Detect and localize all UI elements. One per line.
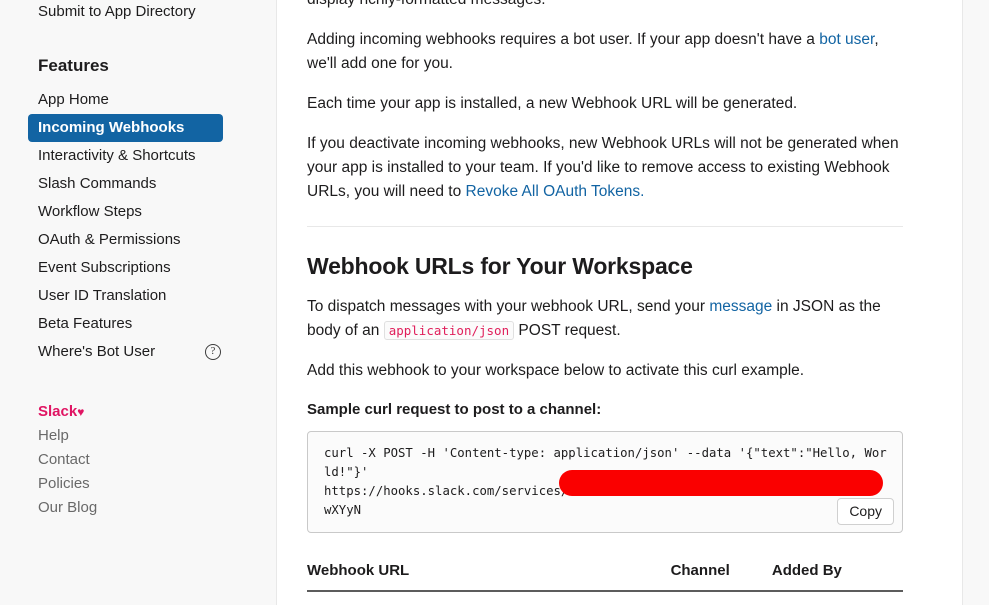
sidebar-item-label[interactable]: Incoming Webhooks xyxy=(38,114,223,142)
sidebar-item-label[interactable]: Slash Commands xyxy=(38,170,276,198)
copy-button[interactable]: Copy xyxy=(837,498,894,525)
section-divider xyxy=(307,226,903,227)
link-message[interactable]: message xyxy=(709,298,772,315)
sidebar-item-label[interactable]: Where's Bot User xyxy=(38,338,276,366)
webhook-urls-table: Webhook URL Channel Added By xyxy=(307,562,903,592)
inline-code-content-type: application/json xyxy=(383,321,515,340)
paragraph-deactivate: If you deactivate incoming webhooks, new… xyxy=(307,132,903,204)
table-header-channel: Channel xyxy=(670,562,772,592)
main-content: display richly-formatted messages. Addin… xyxy=(277,0,989,605)
sidebar-link-submit-to-app-directory[interactable]: Submit to App Directory xyxy=(38,0,276,26)
link-revoke-all-oauth-tokens[interactable]: Revoke All OAuth Tokens. xyxy=(466,183,645,200)
sidebar-item-interactivity-shortcuts[interactable]: Interactivity & Shortcuts xyxy=(38,142,276,170)
sidebar-item-label[interactable]: Interactivity & Shortcuts xyxy=(38,142,276,170)
footer-link-policies[interactable]: Policies xyxy=(38,472,276,496)
table-header-row: Webhook URL Channel Added By xyxy=(307,562,903,592)
link-bot-user[interactable]: bot user xyxy=(819,31,874,48)
sidebar-item-wheres-bot-user[interactable]: Where's Bot User ? xyxy=(38,338,276,366)
sidebar-item-label[interactable]: User ID Translation xyxy=(38,282,276,310)
paragraph-bot-user: Adding incoming webhooks requires a bot … xyxy=(307,28,903,76)
question-mark-circle-icon[interactable]: ? xyxy=(205,344,221,360)
table-header-added-by: Added By xyxy=(771,562,903,592)
footer-link-slack[interactable]: Slack♥ xyxy=(38,400,276,424)
right-rail xyxy=(962,0,989,605)
sidebar-item-event-subscriptions[interactable]: Event Subscriptions xyxy=(38,254,276,282)
paragraph-dispatch-before: To dispatch messages with your webhook U… xyxy=(307,298,710,315)
footer-link-slack-label: Slack xyxy=(38,403,78,420)
footer-link-help[interactable]: Help xyxy=(38,424,276,448)
sidebar-item-label[interactable]: App Home xyxy=(38,86,276,114)
sidebar-item-beta-features[interactable]: Beta Features xyxy=(38,310,276,338)
label-sample-curl-request: Sample curl request to post to a channel… xyxy=(307,401,602,418)
sidebar-item-label[interactable]: OAuth & Permissions xyxy=(38,226,276,254)
paragraph-dispatch: To dispatch messages with your webhook U… xyxy=(307,295,903,343)
paragraph-activate: Add this webhook to your workspace below… xyxy=(307,362,805,379)
paragraph-bot-user-before: Adding incoming webhooks requires a bot … xyxy=(307,31,820,48)
sidebar-item-workflow-steps[interactable]: Workflow Steps xyxy=(38,198,276,226)
sidebar-item-app-home[interactable]: App Home xyxy=(38,86,276,114)
redaction-bar xyxy=(559,470,883,496)
sidebar-item-user-id-translation[interactable]: User ID Translation xyxy=(38,282,276,310)
sidebar-nav-list: App Home Incoming Webhooks Interactivity… xyxy=(28,86,276,366)
page-title: Webhook URLs for Your Workspace xyxy=(307,253,693,279)
sidebar: Submit to App Directory Features App Hom… xyxy=(0,0,277,605)
table-head: Webhook URL Channel Added By xyxy=(307,562,903,592)
sidebar-item-label[interactable]: Event Subscriptions xyxy=(38,254,276,282)
paragraph-each-time: Each time your app is installed, a new W… xyxy=(307,95,798,112)
sidebar-section-title-features: Features xyxy=(38,56,109,75)
heart-icon: ♥ xyxy=(77,405,85,419)
code-block-curl-example[interactable]: curl -X POST -H 'Content-type: applicati… xyxy=(307,431,903,533)
content-column: display richly-formatted messages. Addin… xyxy=(277,0,933,592)
table-header-webhook-url: Webhook URL xyxy=(307,562,671,592)
page-root: Submit to App Directory Features App Hom… xyxy=(0,0,989,605)
sidebar-footer-links: Slack♥ Help Contact Policies Our Blog xyxy=(38,400,276,520)
sidebar-item-label[interactable]: Workflow Steps xyxy=(38,198,276,226)
paragraph-dispatch-after: POST request. xyxy=(514,322,621,339)
sidebar-item-incoming-webhooks[interactable]: Incoming Webhooks xyxy=(28,114,223,142)
sidebar-item-label[interactable]: Beta Features xyxy=(38,310,276,338)
footer-link-contact[interactable]: Contact xyxy=(38,448,276,472)
sidebar-item-slash-commands[interactable]: Slash Commands xyxy=(38,170,276,198)
footer-link-our-blog[interactable]: Our Blog xyxy=(38,496,276,520)
paragraph-clipped-top: display richly-formatted messages. xyxy=(307,0,903,12)
sidebar-item-oauth-permissions[interactable]: OAuth & Permissions xyxy=(38,226,276,254)
